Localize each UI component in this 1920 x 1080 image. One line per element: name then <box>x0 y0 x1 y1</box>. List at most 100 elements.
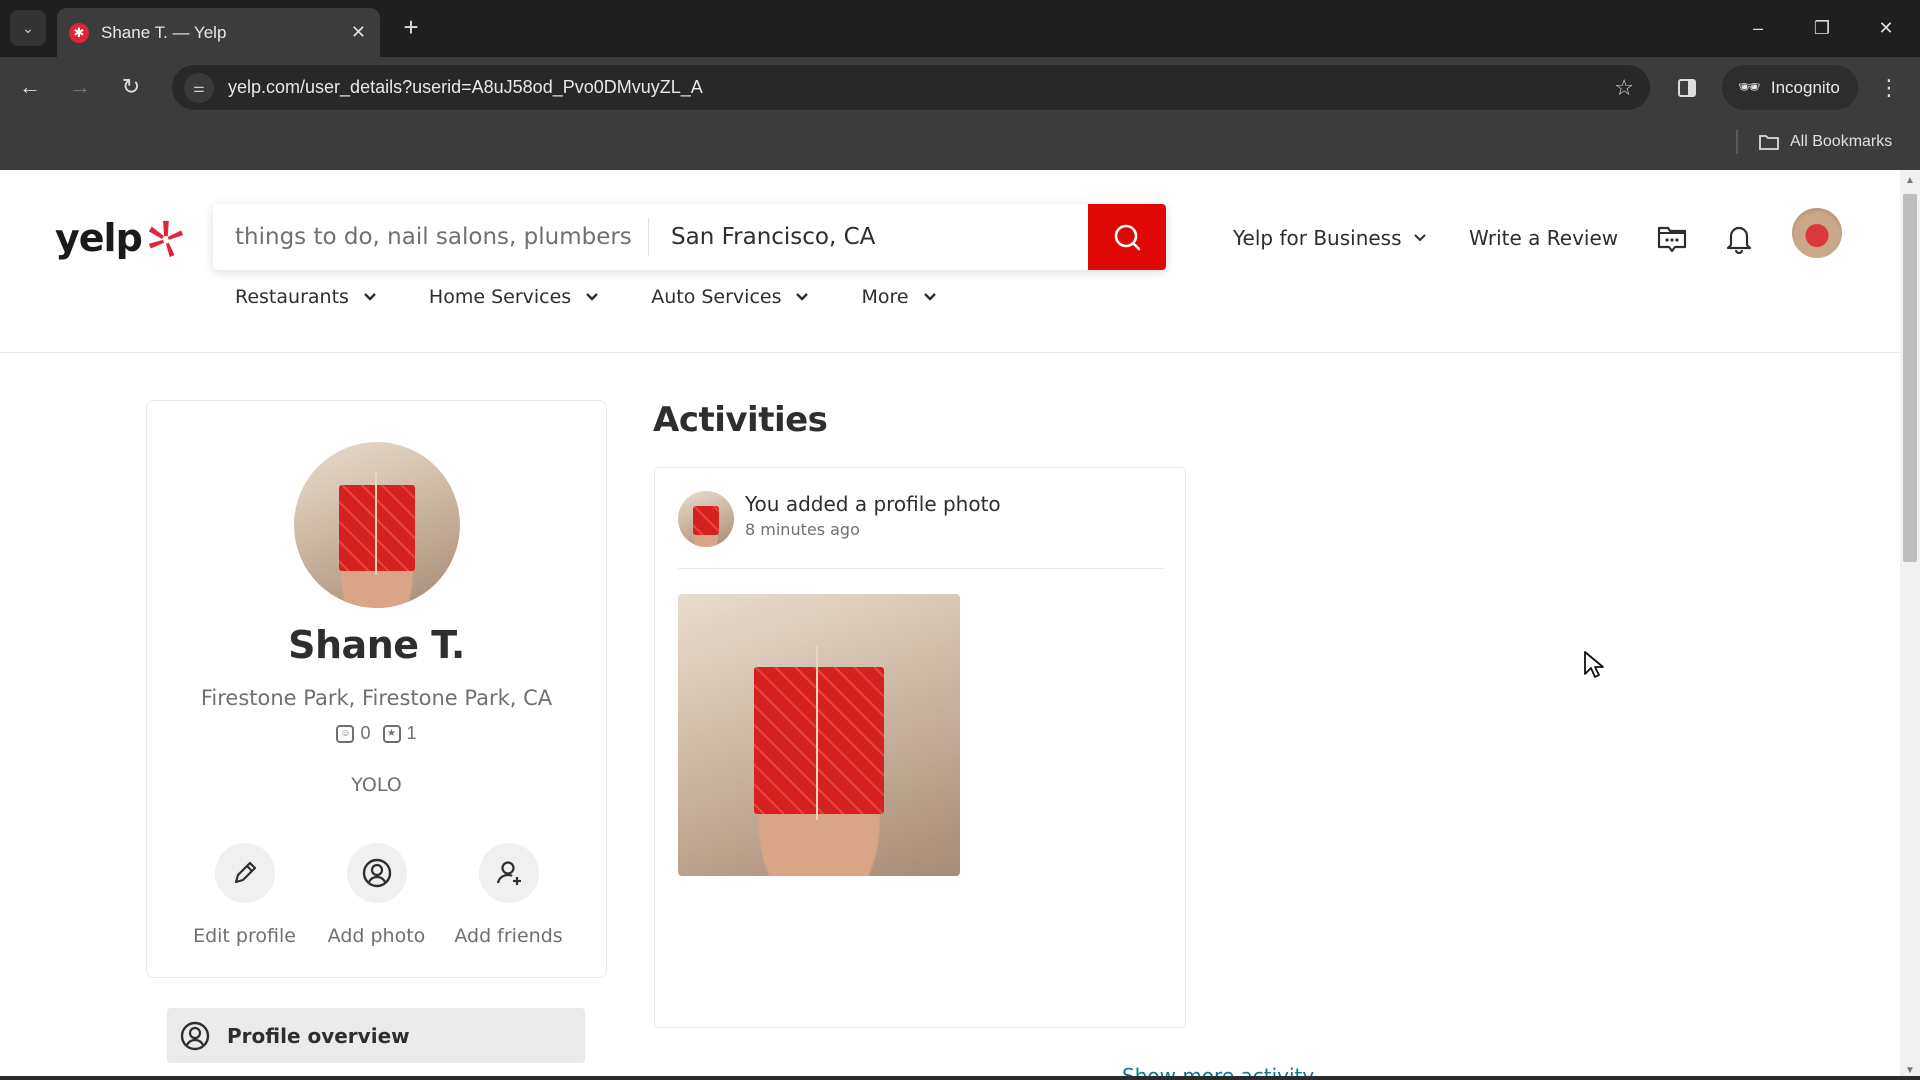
friends-count: 0 <box>360 723 371 743</box>
minimize-button[interactable]: – <box>1734 10 1782 46</box>
site-settings-icon[interactable]: ⚌ <box>184 72 214 103</box>
yelp-for-business-menu[interactable]: Yelp for Business <box>1233 220 1426 256</box>
notifications-button[interactable] <box>1719 218 1759 258</box>
add-friends-label: Add friends <box>454 925 563 947</box>
more-vertical-icon: ⋮ <box>1878 75 1900 100</box>
category-more[interactable]: More <box>861 286 936 308</box>
friends-stat: ☺ 0 <box>336 723 371 744</box>
messages-button[interactable] <box>1652 218 1692 258</box>
bell-icon <box>1726 226 1752 254</box>
category-nav: Restaurants Home Services Auto Services … <box>235 286 989 308</box>
incognito-icon: 🕶 <box>1738 77 1761 97</box>
browser-toolbar: ← → ↻ ⚌ yelp.com/user_details?userid=A8u… <box>0 57 1920 118</box>
activity-photo[interactable] <box>678 594 960 876</box>
yelp-logo[interactable]: yelp <box>55 215 184 261</box>
category-label: Home Services <box>428 286 572 308</box>
profile-tagline: YOLO <box>351 774 402 796</box>
window-bottom-edge <box>0 1076 1920 1080</box>
activity-divider <box>678 568 1164 569</box>
activities-heading: Activities <box>653 400 828 440</box>
scrollbar-thumb[interactable] <box>1903 194 1917 562</box>
browser-tab-active[interactable]: ✱ Shane T. — Yelp ✕ <box>57 8 380 57</box>
messages-folder-icon <box>1657 226 1687 253</box>
incognito-label: Incognito <box>1770 77 1840 97</box>
url-text[interactable]: yelp.com/user_details?userid=A8uJ58od_Pv… <box>228 77 1614 98</box>
profile-overview-label: Profile overview <box>227 1023 410 1048</box>
side-panel-button[interactable] <box>1672 73 1702 103</box>
yelp-logo-text: yelp <box>55 216 143 260</box>
profile-card: Shane T. Firestone Park, Firestone Park,… <box>146 400 607 978</box>
add-photo-button[interactable]: Add photo <box>325 843 429 947</box>
category-label: Auto Services <box>651 286 782 308</box>
category-label: Restaurants <box>235 286 349 308</box>
activity-timestamp: 8 minutes ago <box>745 520 860 539</box>
yelp-page: yelp Yelp for Business <box>0 170 1920 1080</box>
activity-card: You added a profile photo 8 minutes ago <box>654 467 1186 1028</box>
search-button[interactable] <box>1088 204 1166 270</box>
chevron-down-icon <box>586 293 599 301</box>
write-review-label: Write a Review <box>1469 226 1619 250</box>
close-window-button[interactable]: ✕ <box>1862 10 1910 46</box>
edit-profile-button[interactable]: Edit profile <box>193 843 297 947</box>
back-button[interactable]: ← <box>12 69 48 105</box>
category-restaurants[interactable]: Restaurants <box>235 286 377 308</box>
chevron-down-icon <box>923 293 936 301</box>
all-bookmarks-label: All Bookmarks <box>1790 133 1893 150</box>
add-friends-button[interactable]: Add friends <box>454 843 563 947</box>
address-bar[interactable]: ⚌ yelp.com/user_details?userid=A8uJ58od_… <box>172 65 1650 110</box>
mouse-cursor-icon <box>1584 651 1604 678</box>
friends-icon: ☺ <box>336 724 355 743</box>
arrow-left-icon: ← <box>19 74 41 99</box>
profile-stats: ☺ 0 ★ 1 <box>147 723 606 744</box>
browser-menu-button[interactable]: ⋮ <box>1874 73 1904 103</box>
new-tab-button[interactable]: + <box>396 12 426 42</box>
chevron-down-icon <box>1413 234 1426 242</box>
reload-icon: ↻ <box>121 74 141 99</box>
arrow-right-icon: → <box>69 74 91 99</box>
incognito-badge[interactable]: 🕶 Incognito <box>1722 65 1858 110</box>
reload-button[interactable]: ↻ <box>113 69 149 105</box>
scroll-up-arrow-icon[interactable]: ▲ <box>1900 170 1920 190</box>
category-auto-services[interactable]: Auto Services <box>651 286 809 308</box>
gift-image <box>294 442 460 608</box>
bookmarks-separator <box>1736 130 1738 154</box>
tab-title: Shane T. — Yelp <box>101 22 227 42</box>
user-circle-icon <box>362 858 391 888</box>
search-icon <box>1114 224 1141 251</box>
site-header: yelp Yelp for Business <box>0 170 1900 353</box>
user-avatar-menu[interactable] <box>1792 208 1842 258</box>
folder-icon <box>1759 135 1779 150</box>
profile-photo[interactable] <box>294 442 460 608</box>
all-bookmarks-button[interactable]: All Bookmarks <box>1758 126 1892 158</box>
yelp-burst-icon <box>148 220 183 257</box>
add-friend-icon <box>496 861 521 885</box>
profile-overview-nav-item[interactable]: Profile overview <box>167 1008 585 1063</box>
gift-image <box>678 594 960 876</box>
bookmark-star-icon[interactable]: ☆ <box>1614 75 1634 101</box>
browser-tab-bar: ⌄ ✱ Shane T. — Yelp ✕ + – ❐ ✕ <box>0 0 1920 57</box>
search-location-input[interactable] <box>649 204 1088 270</box>
yelp-favicon-icon: ✱ <box>69 22 89 43</box>
restore-button[interactable]: ❐ <box>1798 10 1846 46</box>
forward-button[interactable]: → <box>62 69 98 105</box>
write-review-link[interactable]: Write a Review <box>1469 220 1618 256</box>
profile-name: Shane T. <box>288 623 465 667</box>
activity-text: You added a profile photo <box>745 492 1001 516</box>
edit-profile-label: Edit profile <box>193 925 296 947</box>
close-tab-icon[interactable]: ✕ <box>351 22 366 43</box>
chevron-down-icon <box>796 293 809 301</box>
category-label: More <box>861 286 909 308</box>
pencil-icon <box>234 861 256 884</box>
review-star-icon: ★ <box>382 724 401 743</box>
profile-location: Firestone Park, Firestone Park, CA <box>200 686 553 710</box>
search-find-input[interactable] <box>213 204 648 270</box>
page-scrollbar[interactable]: ▲ ▼ <box>1900 170 1920 1080</box>
reviews-count: 1 <box>406 723 417 743</box>
tab-search-button[interactable]: ⌄ <box>10 10 46 46</box>
activity-avatar[interactable] <box>678 491 734 547</box>
chevron-down-icon: ⌄ <box>22 19 34 36</box>
bookmarks-bar: All Bookmarks <box>0 118 1920 170</box>
category-home-services[interactable]: Home Services <box>429 286 599 308</box>
yelp-for-business-label: Yelp for Business <box>1233 226 1402 250</box>
user-circle-icon <box>180 1021 210 1050</box>
